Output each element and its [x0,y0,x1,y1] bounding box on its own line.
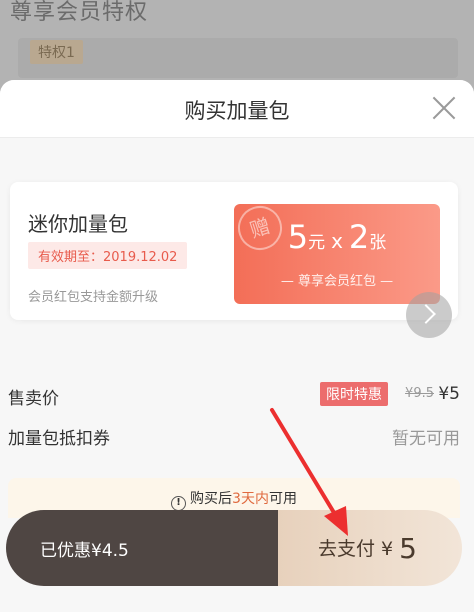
price-label: 售卖价 [8,389,59,409]
voucher-value: 暂无可用 [392,429,460,449]
coupon-value-unit: 元 [308,233,326,253]
coupon-times-symbol: x [331,229,343,253]
package-validity-badge: 有效期至：2019.12.02 [28,242,188,269]
chevron-right-icon[interactable] [406,292,452,338]
pay-button-label: 去支付 ¥ [318,538,394,560]
limited-offer-badge: 限时特惠 [320,382,388,406]
background-privilege-card [18,38,458,78]
current-price: ¥5 [438,384,460,404]
package-note: 会员红包支持金额升级 [28,290,159,305]
sheet-content: 迷你加量包 有效期至：2019.12.02 会员红包支持金额升级 赠 5元 x 2张… [0,138,474,612]
notice-prefix: 购买后 [190,491,233,507]
info-icon: ! [171,496,187,511]
coupon-count: 2 [348,218,370,256]
price-row: 售卖价 限时特惠 ¥9.5 ¥5 [8,380,460,410]
coupon-value: 5 [287,218,309,256]
background-privilege-tag: 特权1 [30,40,83,64]
voucher-row[interactable]: 加量包抵扣券 暂无可用 [8,420,460,450]
voucher-label: 加量包抵扣券 [8,429,110,449]
discount-summary: 已优惠¥4.5 [6,510,278,586]
coupon-subtitle: — 尊享会员红包 — [280,274,394,289]
pay-button[interactable]: 去支付 ¥5 [278,510,462,586]
pay-amount: 5 [399,532,417,565]
close-icon[interactable] [430,94,458,122]
package-card[interactable]: 迷你加量包 有效期至：2019.12.02 会员红包支持金额升级 赠 5元 x 2张… [10,182,458,320]
pay-bar: 已优惠¥4.5 去支付 ¥5 [6,510,462,586]
coupon-card: 赠 5元 x 2张 — 尊享会员红包 — [234,204,440,304]
sheet-header: 购买加量包 [0,80,474,138]
original-price: ¥9.5 [405,386,434,401]
package-name: 迷你加量包 [28,212,128,236]
notice-suffix: 可用 [268,491,297,507]
coupon-count-unit: 张 [369,233,387,253]
notice-highlight: 3天内 [232,491,269,507]
background-page-title: 尊享会员特权 [10,0,149,25]
coupon-amount: 5元 x 2张 [234,218,440,256]
sheet-title: 购买加量包 [184,99,290,123]
purchase-sheet: 购买加量包 迷你加量包 有效期至：2019.12.02 会员红包支持金额升级 赠… [0,80,474,612]
